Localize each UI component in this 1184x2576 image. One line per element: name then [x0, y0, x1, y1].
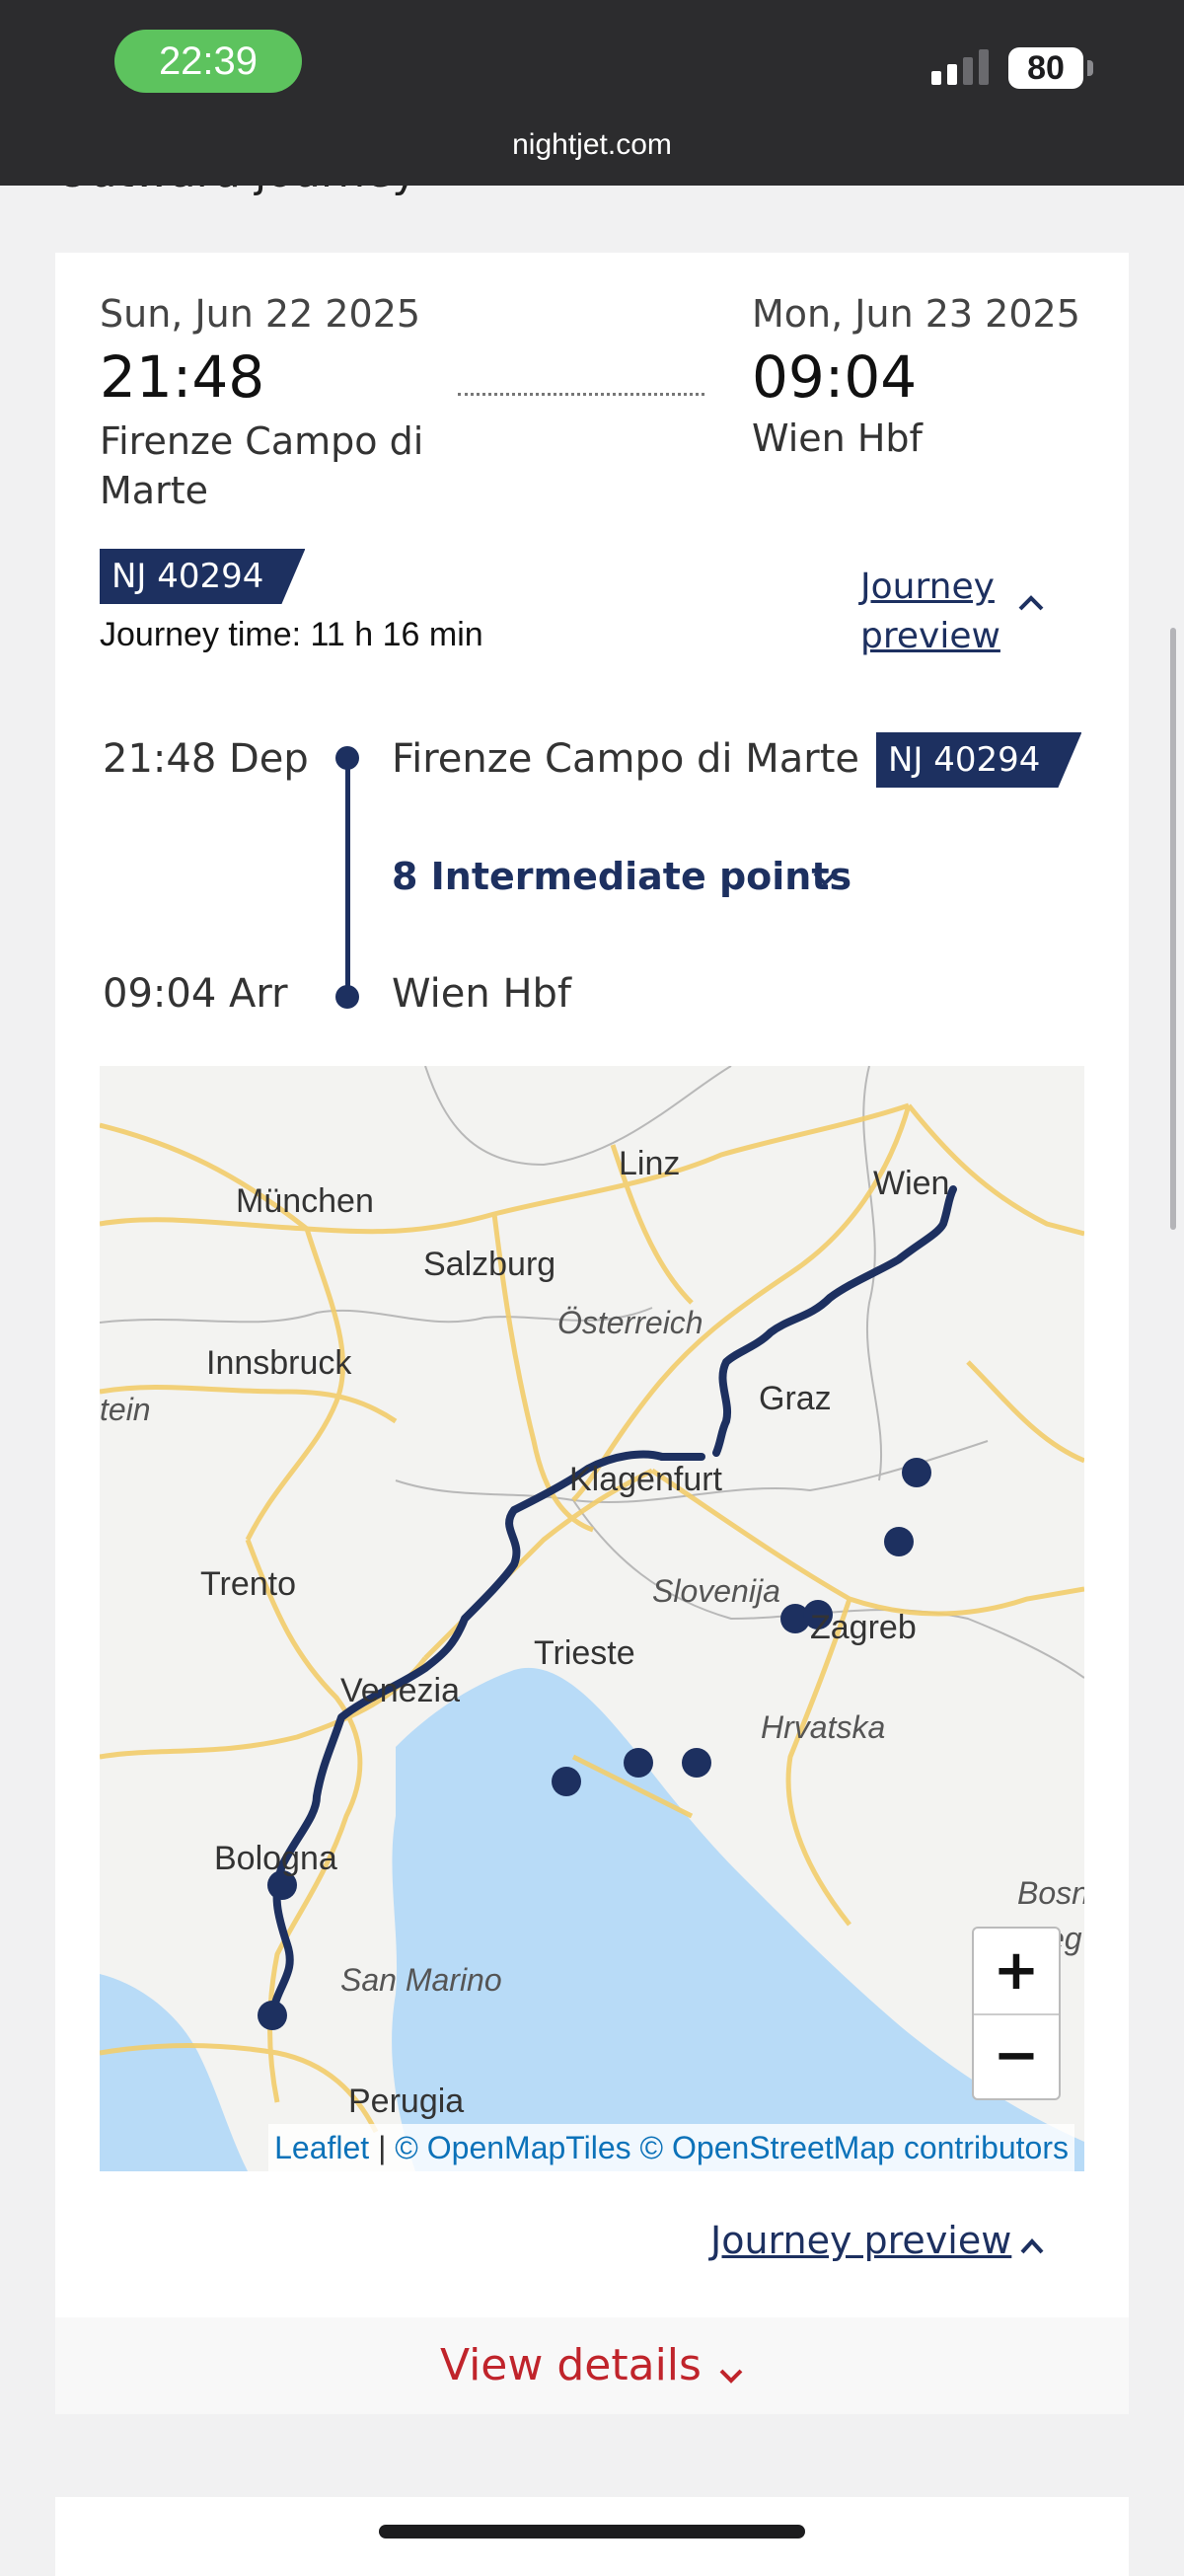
- status-bar: 22:39 80 nightjet.com: [0, 0, 1184, 186]
- chevron-down-icon: [719, 2369, 743, 2384]
- map-label-venezia: Venezia: [340, 1672, 460, 1709]
- map-label-graz: Graz: [759, 1380, 832, 1417]
- map-label-klagenfurt: Klagenfurt: [569, 1461, 722, 1498]
- map-label-hrvatska: Hrvatska: [761, 1709, 886, 1745]
- journey-divider: [458, 393, 704, 396]
- journey-card: Sun, Jun 22 2025 21:48 Firenze Campo di …: [55, 253, 1129, 2414]
- arrival-time: 09:04: [752, 343, 918, 411]
- departure-station: Firenze Campo di Marte: [100, 419, 424, 512]
- map-label-muenchen: München: [236, 1182, 374, 1220]
- view-details-button[interactable]: View details: [55, 2317, 1129, 2414]
- timeline-arrival-dot: [335, 985, 359, 1009]
- battery-level: 80: [1008, 47, 1083, 89]
- zoom-in-button[interactable]: +: [974, 1929, 1059, 2015]
- map-label-oesterreich: Österreich: [557, 1305, 703, 1340]
- zoom-control: + −: [972, 1927, 1061, 2100]
- view-details-label: View details: [439, 2340, 702, 2390]
- arrival-station: Wien Hbf: [752, 417, 923, 460]
- journey-preview-label: Journey preview: [860, 567, 1000, 656]
- timeline-departure-time: 21:48 Dep: [103, 736, 309, 782]
- journey-preview-footer-link[interactable]: Journey preview: [710, 2219, 1011, 2262]
- map-label-trieste: Trieste: [534, 1634, 635, 1672]
- map-label-tein: tein: [100, 1392, 151, 1427]
- timeline-train-badge: NJ 40294: [876, 732, 1081, 788]
- arrival-date: Mon, Jun 23 2025: [752, 292, 1080, 336]
- map-label-perugia: Perugia: [348, 2083, 465, 2120]
- map-attribution: Leaflet | © OpenMapTiles © OpenStreetMap…: [268, 2124, 1074, 2171]
- journey-preview-link[interactable]: Journey preview: [860, 563, 1008, 661]
- map-label-trento: Trento: [200, 1565, 297, 1603]
- timeline-departure-station: Firenze Campo di Marte: [392, 736, 860, 782]
- chevron-up-icon[interactable]: [1018, 2236, 1046, 2256]
- map-label-san-marino: San Marino: [340, 1962, 502, 1998]
- attribution-separator: |: [369, 2130, 396, 2165]
- openmaptiles-link[interactable]: © OpenMapTiles: [395, 2130, 630, 2165]
- map-label-wien: Wien: [873, 1165, 950, 1202]
- chevron-down-icon[interactable]: [811, 869, 839, 888]
- leaflet-link[interactable]: Leaflet: [274, 2130, 369, 2165]
- map-label-zagreb: Zagreb: [810, 1609, 917, 1646]
- page-scrollbar[interactable]: [1170, 628, 1176, 1230]
- chevron-up-icon[interactable]: [1016, 593, 1046, 613]
- battery-icon: [1087, 60, 1093, 76]
- intermediate-points-toggle[interactable]: 8 Intermediate points: [392, 855, 851, 898]
- signal-icon: [931, 49, 989, 85]
- osm-link[interactable]: © OpenStreetMap contributors: [640, 2130, 1069, 2165]
- map-label-slovenija: Slovenija: [652, 1573, 780, 1609]
- timeline-line: [345, 762, 350, 997]
- status-time: 22:39: [114, 30, 302, 93]
- departure-date: Sun, Jun 22 2025: [100, 292, 421, 336]
- route-map[interactable]: Linz Wien München Salzburg Österreich In…: [100, 1066, 1084, 2171]
- home-indicator[interactable]: [379, 2525, 805, 2538]
- map-label-linz: Linz: [619, 1145, 681, 1182]
- zoom-out-button[interactable]: −: [974, 2013, 1059, 2098]
- departure-time: 21:48: [100, 343, 265, 411]
- map-label-salzburg: Salzburg: [423, 1246, 556, 1283]
- timeline-arrival-time: 09:04 Arr: [103, 971, 288, 1017]
- train-badge: NJ 40294: [100, 549, 305, 604]
- map-label-bologna: Bologna: [214, 1840, 337, 1877]
- journey-time: Journey time: 11 h 16 min: [100, 616, 483, 653]
- map-label-innsbruck: Innsbruck: [206, 1344, 352, 1382]
- timeline-arrival-station: Wien Hbf: [392, 971, 572, 1017]
- map-label-bosna: Bosn: [1017, 1875, 1084, 1911]
- url-label[interactable]: nightjet.com: [0, 128, 1184, 162]
